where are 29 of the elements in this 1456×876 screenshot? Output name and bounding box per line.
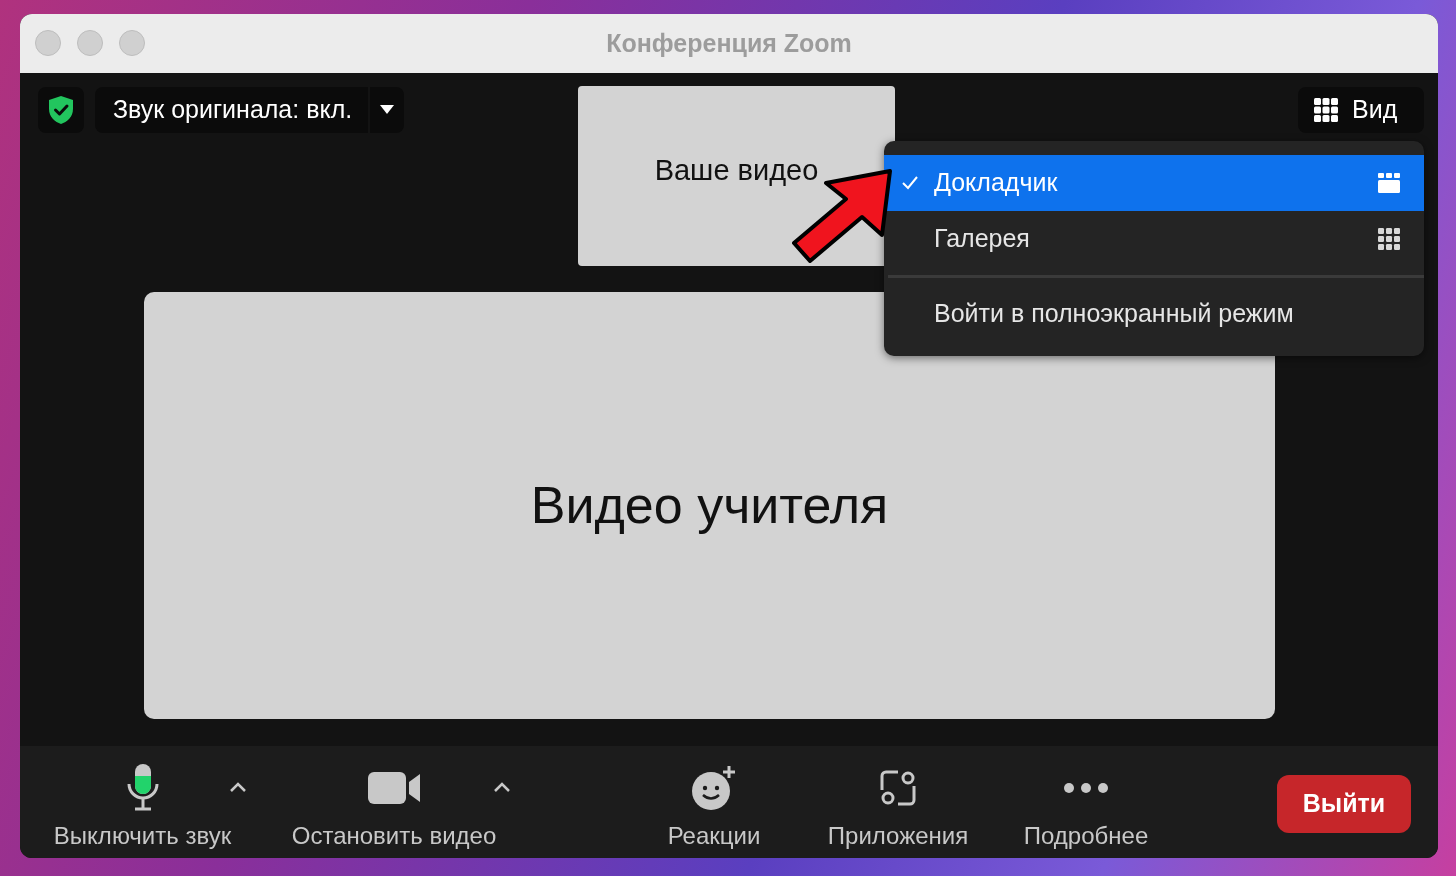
speaker-layout-icon — [1378, 172, 1400, 193]
leave-button[interactable]: Выйти — [1277, 774, 1411, 833]
grid-icon — [1314, 97, 1338, 122]
original-sound-button[interactable]: Звук оригинала: вкл. — [95, 86, 369, 133]
menu-item[interactable]: Докладчик — [884, 154, 1424, 211]
microphone-icon — [125, 763, 160, 812]
toolbar-button[interactable]: Подробнее — [1015, 763, 1157, 850]
toolbar-button[interactable]: Выключить звук — [40, 763, 245, 850]
more-icon — [1064, 782, 1108, 793]
menu-item[interactable]: Войти в полноэкранный режим — [884, 285, 1424, 342]
smiley-plus-icon — [691, 764, 737, 811]
security-button[interactable] — [38, 86, 84, 133]
toolbar-button[interactable]: Приложения — [819, 763, 977, 850]
toolbar-button[interactable]: Реакции — [661, 763, 767, 850]
view-button[interactable]: Вид — [1298, 86, 1424, 133]
caret-icon — [229, 781, 247, 794]
shield-icon — [47, 94, 75, 125]
menu-item[interactable]: Галерея — [884, 210, 1424, 267]
window-title: Конференция Zoom — [606, 28, 852, 58]
dropdown-button[interactable] — [370, 86, 405, 133]
caret-icon — [493, 781, 511, 794]
grid-icon — [1378, 227, 1400, 250]
camera-icon — [368, 771, 420, 804]
video-label: Видео учителя — [530, 475, 889, 536]
apps-icon — [880, 769, 916, 806]
toolbar-button[interactable]: Остановить видео — [280, 763, 508, 850]
check-icon — [902, 175, 918, 190]
triangle-down-icon — [380, 105, 395, 115]
video-label: Ваше видео — [654, 153, 819, 188]
